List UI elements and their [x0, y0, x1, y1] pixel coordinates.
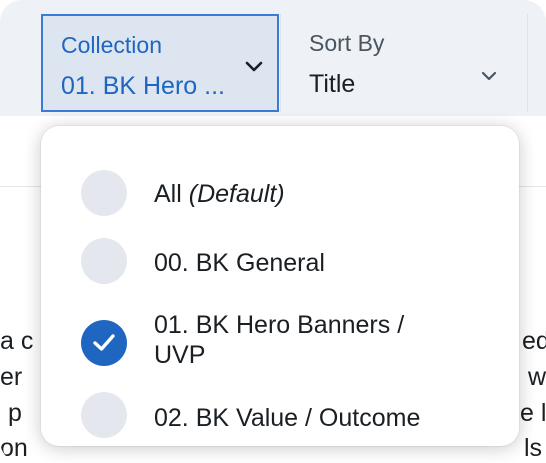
sort-by-filter-label: Sort By [309, 30, 385, 56]
background-text-fragment: er [0, 363, 23, 391]
collection-filter-value: 01. BK Hero ... [61, 72, 225, 100]
sort-by-filter-value: Title [309, 70, 356, 98]
checkmark-icon [93, 334, 115, 351]
menu-item-label: All (Default) [154, 180, 285, 208]
chevron-down-icon [245, 61, 263, 72]
radio-button[interactable] [81, 392, 127, 438]
menu-item-label: 00. BK General [154, 249, 325, 277]
chevron-down-icon [481, 71, 497, 81]
background-text-fragment: e l [520, 399, 546, 427]
collection-dropdown-menu: All (Default) 00. BK General 01. BK Hero… [41, 126, 519, 446]
background-text-fragment: p [8, 399, 22, 427]
sort-by-filter-button[interactable]: Sort By Title [280, 14, 528, 112]
filter-toolbar: Collection 01. BK Hero ... Sort By Title [0, 0, 546, 117]
menu-item-bk-value-outcome[interactable]: 02. BK Value / Outcome [41, 390, 519, 440]
menu-item-label: 02. BK Value / Outcome [154, 404, 421, 432]
menu-item-label: 01. BK Hero Banners / UVP [154, 311, 405, 369]
background-text-fragment: ls [524, 434, 543, 462]
window: Collection 01. BK Hero ... Sort By Title… [0, 0, 546, 463]
menu-item-bk-hero-banners[interactable]: 01. BK Hero Banners / UVP [41, 308, 519, 378]
radio-button[interactable] [81, 238, 127, 284]
background-text-fragment: w [528, 363, 546, 391]
radio-button-selected[interactable] [81, 320, 127, 366]
radio-button[interactable] [81, 170, 127, 216]
background-text-fragment: a c [0, 327, 34, 355]
menu-item-bk-general[interactable]: 00. BK General [41, 236, 519, 286]
background-text-fragment: on [0, 434, 28, 462]
collection-filter-button[interactable]: Collection 01. BK Hero ... [41, 14, 279, 112]
menu-item-all[interactable]: All (Default) [41, 168, 519, 218]
background-text-fragment: ed [522, 327, 546, 355]
collection-filter-label: Collection [61, 32, 162, 58]
